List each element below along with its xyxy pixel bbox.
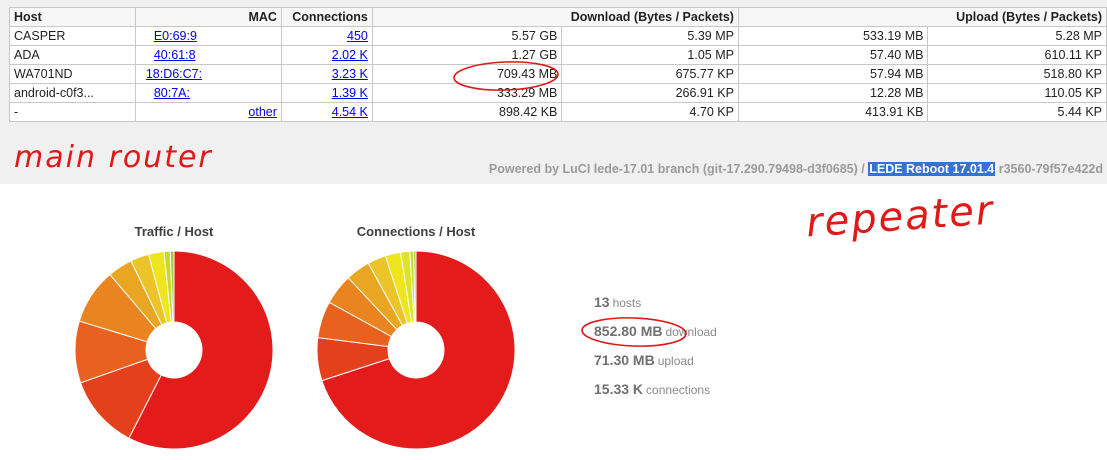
- col-header-upload[interactable]: Upload (Bytes / Packets): [737, 7, 1107, 27]
- annotation-main-router: main router: [14, 140, 213, 175]
- upload-packets: 610.11 KP: [927, 45, 1107, 65]
- col-header-mac[interactable]: MAC: [134, 7, 282, 27]
- summary-connections: 15.33 Kconnections: [594, 379, 717, 408]
- host-name: -: [9, 102, 136, 122]
- summary-unit: hosts: [612, 296, 642, 310]
- summary-hosts: 13 hosts: [594, 292, 717, 321]
- table-header-row: Host MAC Connections Download (Bytes / P…: [9, 7, 1107, 27]
- mac-link[interactable]: 40:61:8: [154, 48, 196, 62]
- lede-version-link[interactable]: LEDE Reboot 17.01.4: [868, 162, 996, 176]
- summary-value: 13: [594, 294, 610, 310]
- col-header-host[interactable]: Host: [9, 7, 136, 27]
- redacted-mac: [202, 69, 255, 81]
- download-packets: 266.91 KP: [561, 83, 739, 103]
- host-name: ADA: [9, 45, 136, 65]
- summary-unit: download: [665, 325, 717, 339]
- mac-link[interactable]: 18:D6:C7:: [146, 67, 202, 81]
- download-bytes: 333.29 MB: [371, 83, 563, 103]
- repeater-summary: 13 hosts 852.80 MB download 71.30 MB upload…: [594, 292, 717, 408]
- summary-download: 852.80 MB download: [594, 321, 717, 350]
- connections-link[interactable]: 1.39 K: [332, 86, 368, 100]
- upload-bytes: 413.91 KB: [737, 102, 929, 122]
- traffic-chart-title: Traffic / Host: [134, 224, 214, 239]
- mac-link[interactable]: 80:7A:: [154, 86, 190, 100]
- connections-link[interactable]: 3.23 K: [332, 67, 368, 81]
- footer-prefix: Powered by LuCI lede-17.01 branch (git-1…: [488, 162, 869, 176]
- upload-bytes: 533.19 MB: [737, 26, 929, 46]
- footer-suffix: r3560-79f57e422d: [995, 162, 1103, 176]
- download-packets: 1.05 MP: [561, 45, 739, 65]
- upload-packets: 110.05 KP: [927, 83, 1107, 103]
- table-row: WA701ND 18:D6:C7: 3.23 K 709.43 MB 675.7…: [9, 64, 1107, 84]
- download-packets: 4.70 KP: [561, 102, 739, 122]
- traffic-per-host-donut: [74, 250, 274, 450]
- connections-chart-title: Connections / Host: [356, 224, 476, 239]
- mac-link[interactable]: other: [248, 105, 277, 119]
- upload-packets: 5.44 KP: [927, 102, 1107, 122]
- download-bytes: 5.57 GB: [371, 26, 563, 46]
- redacted-mac: [196, 31, 277, 43]
- upload-bytes: 12.28 MB: [737, 83, 929, 103]
- mac-link[interactable]: E0:69:9: [154, 29, 197, 43]
- summary-value: 71.30 MB: [594, 352, 655, 368]
- table-row: CASPER E0:69:9 450 5.57 GB 5.39 MP 533.1…: [9, 26, 1107, 46]
- host-name: CASPER: [9, 26, 136, 46]
- summary-unit: upload: [657, 354, 694, 368]
- upload-packets: 5.28 MP: [927, 26, 1107, 46]
- table-row: android-c0f3... 80:7A: 1.39 K 333.29 MB …: [9, 83, 1107, 103]
- download-bytes: 898.42 KB: [371, 102, 563, 122]
- host-name: WA701ND: [9, 64, 136, 84]
- table-row: - other 4.54 K 898.42 KB 4.70 KP 413.91 …: [9, 102, 1107, 122]
- redacted-mac: [195, 50, 276, 62]
- download-bytes: 1.27 GB: [371, 45, 563, 65]
- connections-link[interactable]: 2.02 K: [332, 48, 368, 62]
- table-row: ADA 40:61:8 2.02 K 1.27 GB 1.05 MP 57.40…: [9, 45, 1107, 65]
- annotation-repeater: repeater: [804, 187, 996, 247]
- download-packets: 5.39 MP: [561, 26, 739, 46]
- summary-value: 15.33 K: [594, 381, 644, 397]
- summary-value: 852.80 MB: [594, 323, 663, 339]
- host-traffic-table: Host MAC Connections Download (Bytes / P…: [9, 7, 1107, 122]
- download-bytes: 709.43 MB: [371, 64, 563, 84]
- host-name: android-c0f3...: [9, 83, 136, 103]
- col-header-connections[interactable]: Connections: [280, 7, 373, 27]
- col-header-download[interactable]: Download (Bytes / Packets): [371, 7, 739, 27]
- upload-bytes: 57.94 MB: [737, 64, 929, 84]
- summary-unit: connections: [646, 383, 711, 397]
- redacted-mac: [189, 88, 270, 100]
- upload-packets: 518.80 KP: [927, 64, 1107, 84]
- connections-link[interactable]: 450: [347, 29, 368, 43]
- connections-link[interactable]: 4.54 K: [332, 105, 368, 119]
- download-packets: 675.77 KP: [561, 64, 739, 84]
- summary-upload: 71.30 MB upload: [594, 350, 717, 379]
- luci-footer: Powered by LuCI lede-17.01 branch (git-1…: [489, 162, 1103, 176]
- connections-per-host-donut: [316, 250, 516, 450]
- upload-bytes: 57.40 MB: [737, 45, 929, 65]
